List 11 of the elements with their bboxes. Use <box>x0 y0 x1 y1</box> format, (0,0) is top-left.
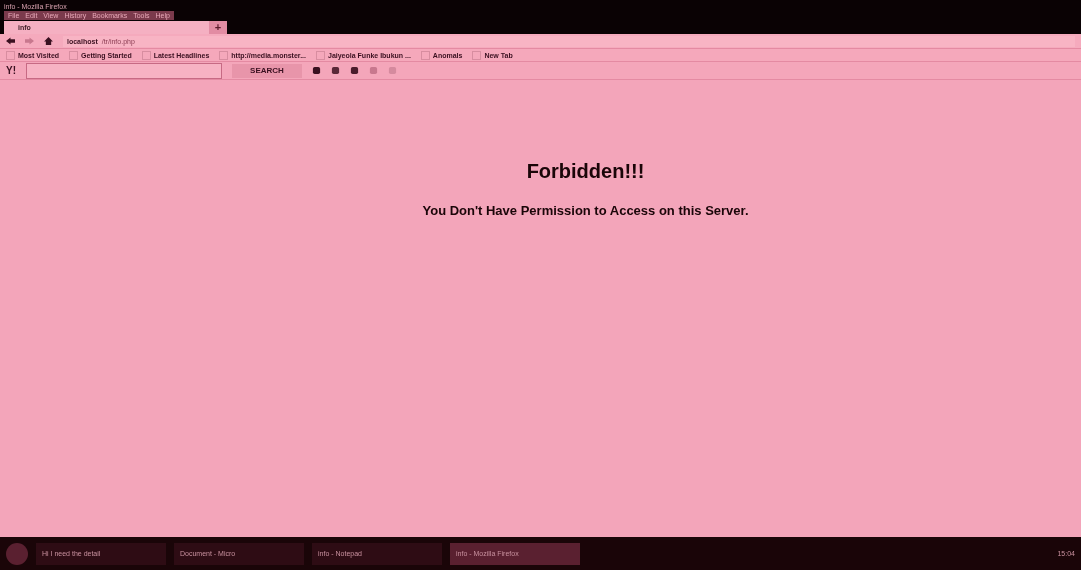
start-button-icon[interactable] <box>6 542 28 565</box>
page-heading: Forbidden!!! <box>526 160 645 183</box>
square-icon[interactable] <box>350 66 359 75</box>
home-icon[interactable] <box>44 37 53 45</box>
error-message: You Don't Have Permission to Access on this Server. <box>422 203 749 218</box>
yahoo-logo[interactable]: Y! <box>6 65 16 76</box>
search-button[interactable]: SEARCH <box>232 63 302 78</box>
square-icon[interactable] <box>312 66 321 75</box>
new-tab-button[interactable]: + <box>209 21 227 34</box>
back-arrow-icon[interactable] <box>6 37 15 45</box>
search-field[interactable] <box>26 62 222 79</box>
